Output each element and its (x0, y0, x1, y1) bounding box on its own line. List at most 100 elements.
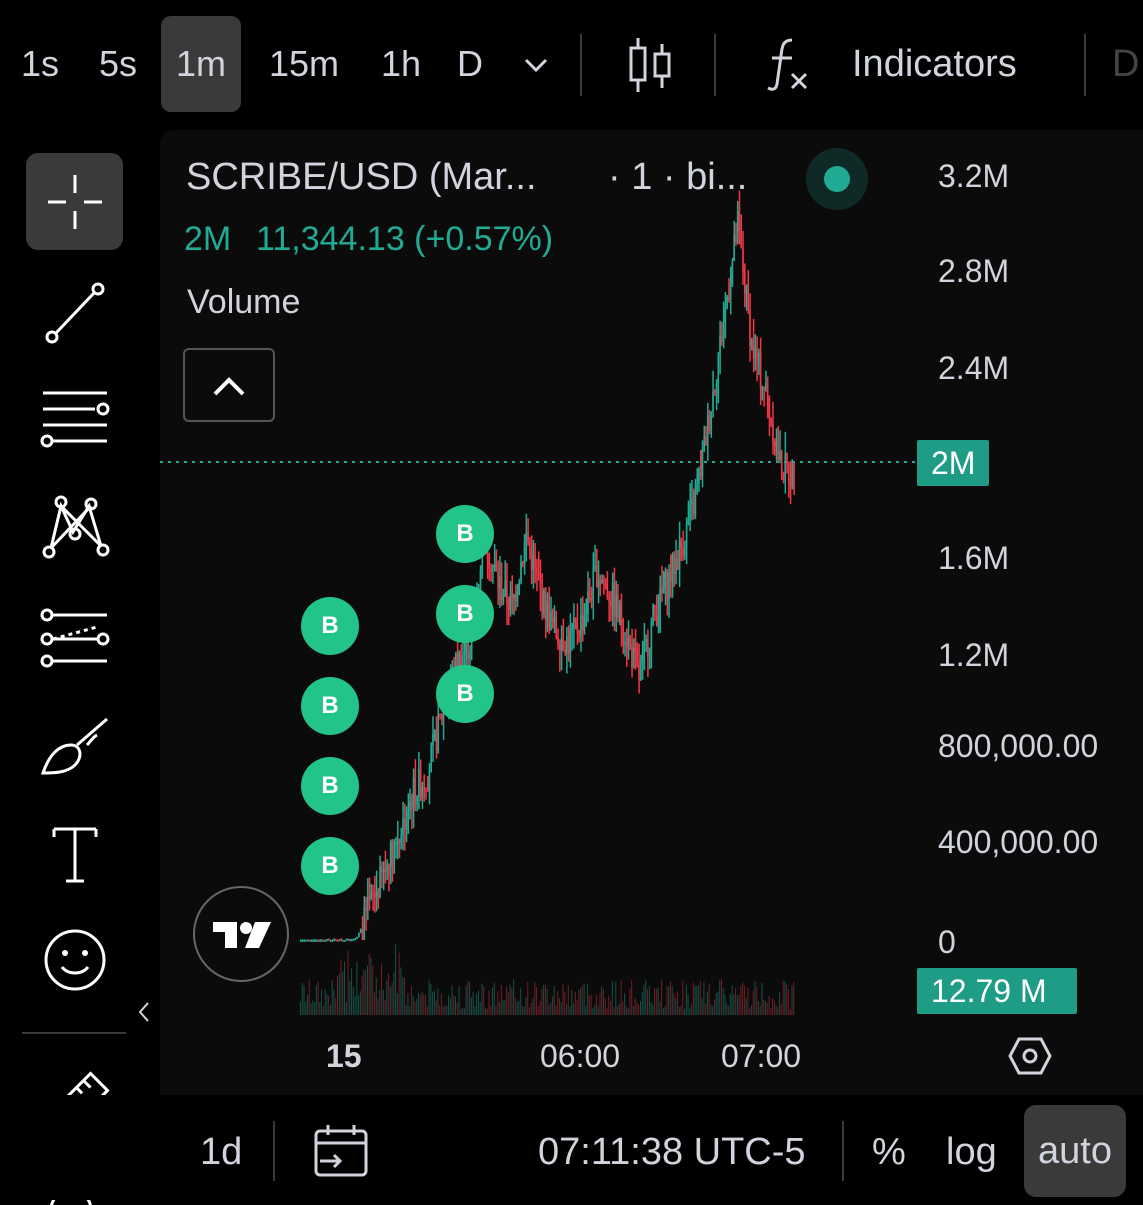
settings-hexagon-icon[interactable] (1008, 1036, 1052, 1076)
volume-bar (344, 961, 346, 1015)
timeframe-1m[interactable]: 1m (161, 16, 241, 112)
price-axis-label: 1.2M (938, 637, 1010, 673)
volume-bar (499, 1002, 501, 1015)
volume-bar (576, 1000, 578, 1015)
buy-marker[interactable]: B (301, 597, 359, 655)
candle-body (706, 415, 709, 446)
candle-body (648, 647, 651, 658)
go-to-date-icon[interactable] (312, 1123, 370, 1179)
candle-body (618, 604, 621, 618)
buy-marker[interactable]: B (301, 677, 359, 735)
log-toggle[interactable]: log (946, 1131, 997, 1174)
candle-body (745, 286, 748, 294)
timeframe-1s[interactable]: 1s (12, 40, 68, 88)
toolbar-overflow-item[interactable]: D (1112, 40, 1139, 88)
function-icon[interactable] (764, 34, 814, 94)
timeframe-1h[interactable]: 1h (372, 40, 430, 88)
volume-bar (761, 982, 763, 1015)
buy-marker[interactable]: B (301, 837, 359, 895)
prediction-icon (40, 608, 109, 667)
pattern-tool[interactable] (26, 477, 123, 574)
candle-body (541, 590, 543, 614)
volume-bar (469, 981, 471, 1015)
volume-bar (361, 976, 363, 1015)
candlestick-type-icon[interactable] (626, 34, 676, 96)
volume-bar (551, 996, 553, 1015)
candle-body (384, 869, 387, 872)
percent-toggle[interactable]: % (872, 1131, 906, 1174)
candle-body (300, 940, 302, 942)
price-axis-label: 400,000.00 (938, 824, 1099, 860)
indicators-button[interactable]: Indicators (852, 40, 1017, 88)
buy-marker[interactable]: B (436, 665, 494, 723)
volume-bar (305, 1001, 307, 1015)
bottom-toolbar: 1d 07:11:38 UTC-5 % log auto (0, 1095, 1143, 1200)
candle-body (699, 469, 702, 476)
candle-body (335, 939, 337, 942)
volume-bar (601, 985, 603, 1015)
candle-body (664, 572, 667, 590)
collapse-legend-button[interactable] (183, 348, 275, 422)
candle-body (557, 636, 559, 645)
volume-bar (352, 986, 354, 1015)
candle-body (687, 521, 690, 524)
volume-bar (312, 1000, 314, 1015)
volume-bar (381, 963, 383, 1015)
buy-marker[interactable]: B (436, 505, 494, 563)
symbol-title[interactable]: SCRIBE/USD (Mar... (186, 156, 537, 199)
timeframe-15m[interactable]: 15m (262, 40, 346, 88)
candle-body (638, 662, 640, 681)
brush-tool[interactable] (26, 697, 123, 794)
candle-body (680, 541, 682, 549)
volume-bar (583, 983, 585, 1015)
emoji-tool[interactable] (26, 911, 123, 1008)
candle-body (305, 939, 307, 942)
range-button[interactable]: 1d (200, 1131, 242, 1174)
volume-bar (602, 988, 604, 1015)
candle-body (520, 562, 522, 583)
buy-marker[interactable]: B (301, 757, 359, 815)
collapse-toolbar-icon[interactable] (134, 997, 154, 1027)
bottom-divider (842, 1121, 844, 1181)
chevron-down-icon[interactable] (518, 44, 554, 84)
price-change: 11,344.13 (+0.57%) (256, 220, 554, 258)
trend-line-tool[interactable] (26, 263, 123, 360)
volume-bar (483, 986, 485, 1015)
market-status-indicator[interactable] (806, 148, 868, 210)
volume-bar (310, 1003, 312, 1015)
tradingview-logo[interactable] (193, 886, 289, 982)
volume-bar (721, 979, 723, 1015)
timeframe-d[interactable]: D (450, 40, 490, 88)
text-tool[interactable] (26, 805, 123, 902)
volume-bar (708, 983, 710, 1015)
prediction-tool[interactable] (26, 589, 123, 686)
candle-body (497, 571, 499, 589)
candle-body (738, 211, 741, 232)
volume-bar (349, 981, 351, 1015)
volume-bar (548, 1004, 550, 1015)
candle-body (495, 564, 498, 572)
auto-toggle[interactable]: auto (1024, 1105, 1126, 1197)
volume-bar (786, 984, 788, 1015)
candle-body (571, 628, 573, 631)
volume-bar (624, 993, 626, 1015)
status-dot-icon (824, 166, 850, 192)
volume-bar (661, 980, 663, 1015)
buy-marker[interactable]: B (436, 585, 494, 643)
candle-body (389, 841, 392, 876)
candle-body (410, 801, 413, 810)
candle-body (691, 499, 693, 505)
volume-bar (694, 985, 696, 1015)
fib-tool[interactable] (26, 369, 123, 466)
timeframe-5s[interactable]: 5s (90, 40, 146, 88)
volume-bar (474, 1006, 476, 1015)
candle-body (513, 594, 515, 599)
clock-label[interactable]: 07:11:38 UTC-5 (538, 1131, 806, 1174)
bottom-divider (273, 1121, 275, 1181)
candle-body (791, 463, 793, 486)
candle-body (620, 604, 623, 628)
volume-bar (604, 997, 606, 1015)
volume-bar (620, 980, 622, 1015)
candle-body (492, 565, 494, 572)
crosshair-tool[interactable] (26, 153, 123, 250)
